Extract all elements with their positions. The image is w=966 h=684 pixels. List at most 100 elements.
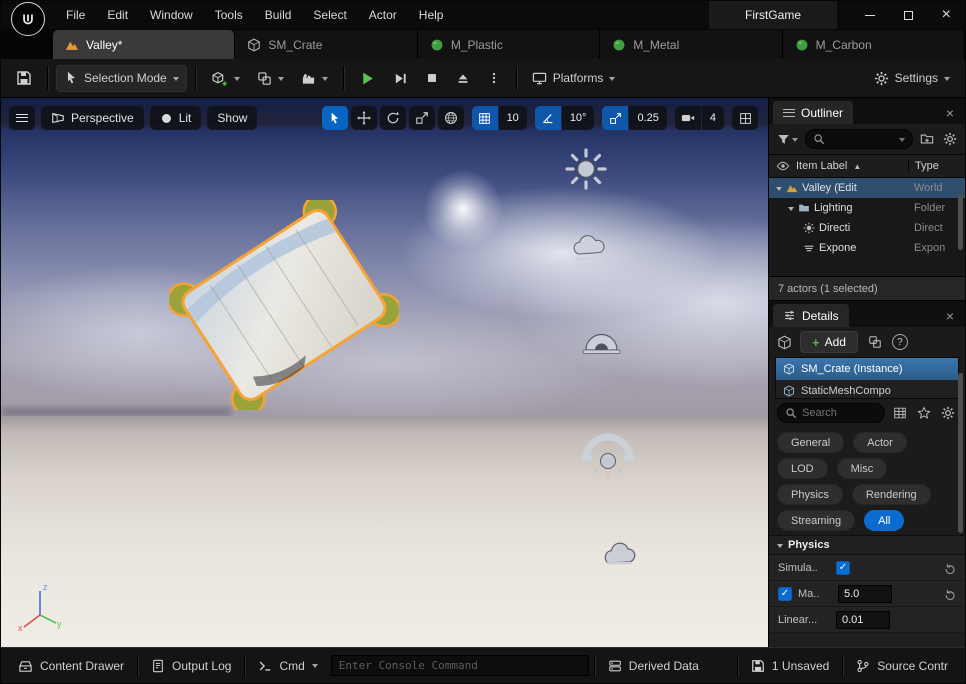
height-fog-sprite[interactable]: [581, 321, 622, 357]
expand-arrow-icon[interactable]: [776, 186, 782, 194]
volumetric-cloud-sprite[interactable]: [599, 536, 639, 568]
select-tool-button[interactable]: [321, 106, 348, 130]
expand-arrow-icon[interactable]: [788, 206, 794, 214]
outliner-row-height-fog[interactable]: Expone Expon: [769, 238, 965, 258]
menu-item-tools[interactable]: Tools: [204, 3, 254, 27]
perspective-dropdown[interactable]: Perspective: [41, 106, 144, 130]
tab-m-carbon[interactable]: M_Carbon: [782, 30, 965, 59]
stop-button[interactable]: [418, 65, 446, 92]
viewport-options-button[interactable]: [9, 106, 35, 130]
new-folder-button[interactable]: [918, 130, 936, 148]
outliner-tab[interactable]: Outliner: [773, 101, 854, 124]
tab-m-metal[interactable]: M_Metal: [600, 30, 783, 59]
outliner-row-valley[interactable]: Valley (Edit World: [769, 178, 965, 198]
outliner-row-directional-light[interactable]: Directi Direct: [769, 218, 965, 238]
outliner-search[interactable]: [805, 129, 913, 149]
rotation-snap-toggle[interactable]: [534, 106, 561, 130]
reset-to-default-button[interactable]: [944, 562, 956, 574]
filter-rendering[interactable]: Rendering: [851, 484, 931, 505]
grid-snap-value[interactable]: 10: [498, 106, 527, 130]
outliner-settings-button[interactable]: [941, 130, 959, 148]
menu-item-build[interactable]: Build: [254, 3, 303, 27]
menu-item-help[interactable]: Help: [408, 3, 455, 27]
physics-section-header[interactable]: Physics: [769, 535, 965, 555]
viewport-3d[interactable]: z x y Perspective Lit Show 10 10° 0.25 4: [1, 98, 768, 647]
menu-item-edit[interactable]: Edit: [96, 3, 139, 27]
rotate-tool-button[interactable]: [379, 106, 406, 130]
favorites-button[interactable]: [915, 404, 933, 422]
menu-item-select[interactable]: Select: [302, 3, 357, 27]
content-drawer-button[interactable]: Content Drawer: [10, 654, 132, 678]
platforms-dropdown[interactable]: Platforms: [525, 65, 623, 92]
outliner-row-lighting[interactable]: Lighting Folder: [769, 198, 965, 218]
cmd-dropdown[interactable]: Cmd: [250, 654, 325, 678]
world-local-toggle[interactable]: [437, 106, 464, 130]
unreal-logo-icon[interactable]: [11, 2, 45, 36]
reset-to-default-button[interactable]: [944, 588, 956, 600]
outliner-filter-button[interactable]: [775, 131, 800, 148]
eject-button[interactable]: [449, 65, 477, 92]
component-row-sm-crate[interactable]: SM_Crate (Instance): [776, 358, 958, 380]
maximize-button[interactable]: [889, 1, 927, 29]
camera-speed-button[interactable]: [674, 106, 701, 130]
editor-mode-dropdown[interactable]: Selection Mode: [56, 64, 187, 92]
minimize-button[interactable]: [851, 1, 889, 29]
details-search-input[interactable]: [802, 407, 877, 419]
crate-actor-selected[interactable]: [169, 200, 399, 410]
mass-override-checkbox[interactable]: [778, 586, 792, 601]
rotation-snap-value[interactable]: 10°: [561, 106, 595, 130]
filter-all[interactable]: All: [864, 510, 905, 531]
maximize-viewport-button[interactable]: [732, 106, 758, 130]
scale-snap-value[interactable]: 0.25: [629, 106, 667, 130]
mass-value-input[interactable]: [838, 584, 892, 603]
console-command-input[interactable]: [330, 655, 589, 676]
outliner-close-button[interactable]: [939, 101, 961, 124]
menu-item-actor[interactable]: Actor: [358, 3, 408, 27]
details-settings-button[interactable]: [939, 404, 957, 422]
matrix-view-button[interactable]: [891, 404, 909, 422]
simulate-physics-checkbox[interactable]: [836, 560, 850, 575]
view-mode-dropdown[interactable]: Lit: [149, 106, 202, 130]
filter-misc[interactable]: Misc: [836, 458, 888, 479]
outliner-search-input[interactable]: [830, 133, 894, 145]
details-close-button[interactable]: [939, 304, 961, 327]
column-type[interactable]: Type: [908, 160, 958, 172]
play-button[interactable]: [352, 65, 383, 92]
frame-skip-button[interactable]: [386, 65, 415, 92]
column-item-label[interactable]: Item Label: [796, 160, 847, 172]
scale-snap-toggle[interactable]: [602, 106, 629, 130]
add-actor-button[interactable]: [204, 65, 247, 92]
show-dropdown[interactable]: Show: [207, 106, 258, 130]
filter-streaming[interactable]: Streaming: [777, 510, 856, 531]
filter-physics[interactable]: Physics: [777, 484, 843, 505]
menu-item-window[interactable]: Window: [139, 3, 204, 27]
source-control-button[interactable]: Source Contr: [848, 654, 956, 678]
filter-lod[interactable]: LOD: [777, 458, 828, 479]
help-button[interactable]: [891, 334, 908, 350]
sky-atmosphere-sprite[interactable]: [567, 232, 613, 274]
outliner-scrollbar[interactable]: [958, 194, 963, 250]
scale-tool-button[interactable]: [408, 106, 435, 130]
tab-sm-crate[interactable]: SM_Crate: [235, 30, 418, 59]
output-log-button[interactable]: Output Log: [143, 654, 239, 678]
details-tab[interactable]: Details: [773, 304, 849, 327]
component-options-button[interactable]: [866, 333, 884, 351]
details-scrollbar[interactable]: [958, 373, 963, 533]
camera-speed-value[interactable]: 4: [701, 106, 724, 130]
play-options-kebab[interactable]: [480, 65, 508, 92]
linear-damping-input[interactable]: [836, 610, 890, 629]
close-button[interactable]: [927, 1, 965, 29]
directional-light-sprite[interactable]: [564, 147, 608, 191]
derived-data-button[interactable]: Derived Data: [600, 654, 707, 678]
add-component-button[interactable]: Add: [800, 331, 858, 353]
component-row-static-mesh[interactable]: StaticMeshCompo: [776, 380, 958, 398]
settings-dropdown[interactable]: Settings: [867, 65, 957, 92]
tab-m-plastic[interactable]: M_Plastic: [417, 30, 601, 59]
blueprints-button[interactable]: [250, 65, 291, 92]
move-tool-button[interactable]: [350, 106, 377, 130]
eye-icon[interactable]: [776, 159, 790, 173]
sky-light-sprite[interactable]: [579, 423, 637, 481]
save-button[interactable]: [9, 65, 39, 92]
cinematics-button[interactable]: [294, 65, 335, 92]
filter-general[interactable]: General: [777, 432, 845, 453]
